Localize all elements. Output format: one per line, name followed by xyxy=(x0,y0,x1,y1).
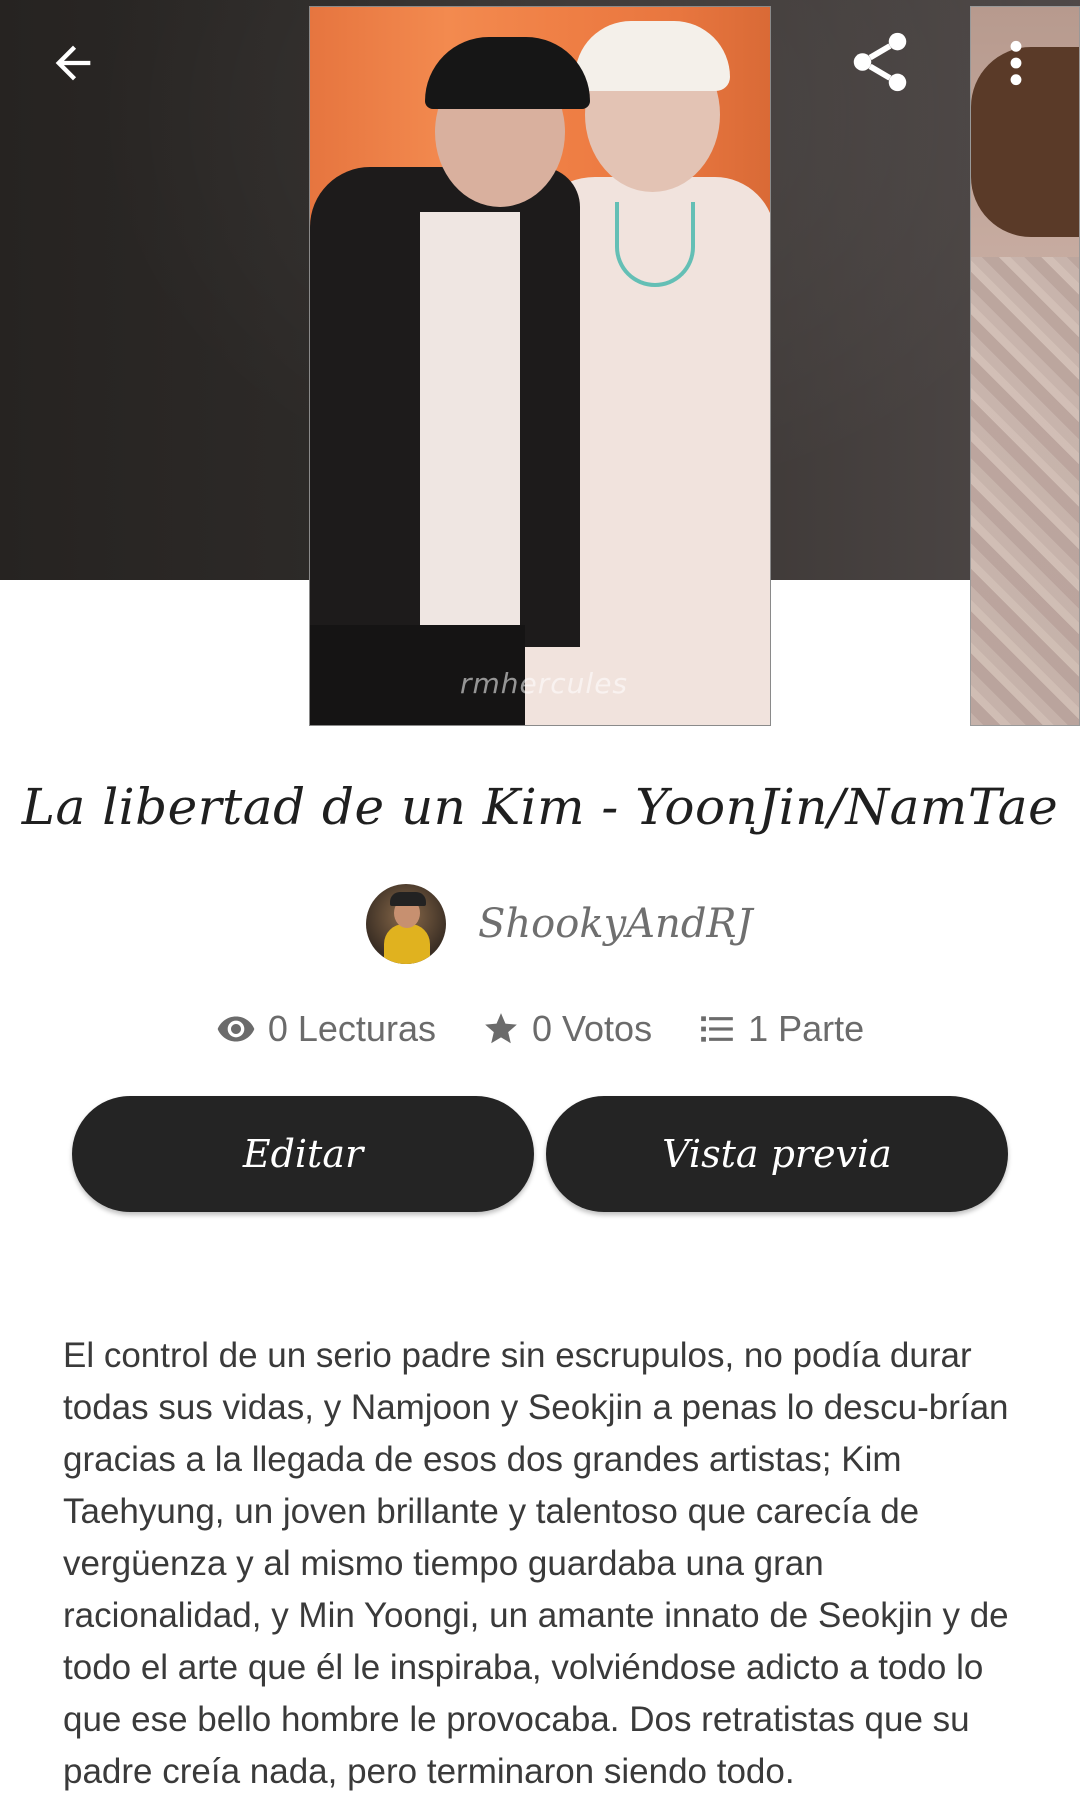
share-button[interactable] xyxy=(832,14,928,110)
story-synopsis: El control de un serio padre sin escrupu… xyxy=(63,1336,1009,1791)
votes-stat: 0 Votos xyxy=(482,1008,652,1050)
reads-stat: 0 Lecturas xyxy=(216,1008,436,1050)
story-stats: 0 Lecturas 0 Votos 1 Parte xyxy=(0,1008,1080,1050)
next-cover-thumbnail[interactable] xyxy=(970,6,1080,726)
preview-button[interactable]: Vista previa xyxy=(546,1096,1008,1212)
avatar-figure-hat xyxy=(390,892,426,906)
back-button[interactable] xyxy=(30,20,116,106)
thumbnail-figure-shirt xyxy=(971,257,1079,725)
author-row[interactable]: ShookyAndRJ xyxy=(366,884,753,964)
cover-watermark: rmhercules xyxy=(460,667,629,700)
reads-count: 0 Lecturas xyxy=(267,1008,436,1049)
edit-button[interactable]: Editar xyxy=(72,1096,534,1212)
votes-count: 0 Votos xyxy=(531,1008,653,1049)
share-icon xyxy=(853,32,907,92)
cover-necklace xyxy=(615,202,695,287)
cover-person-right-hair xyxy=(575,21,730,91)
list-icon xyxy=(701,1016,733,1042)
story-title: La libertad de un Kim - YoonJin/NamTae xyxy=(21,778,1059,836)
story-cover-image[interactable]: rmhercules xyxy=(309,6,771,726)
star-icon xyxy=(485,1013,517,1044)
avatar-figure-body xyxy=(384,924,430,964)
arrow-left-icon xyxy=(55,45,91,81)
cover-person-left-shirt xyxy=(420,212,520,642)
parts-stat[interactable]: 1 Parte xyxy=(698,1008,864,1050)
eye-icon xyxy=(217,1016,255,1042)
cover-person-left-cap xyxy=(425,37,590,109)
action-buttons: Editar Vista previa xyxy=(72,1096,1008,1212)
author-avatar[interactable] xyxy=(366,884,446,964)
author-name[interactable]: ShookyAndRJ xyxy=(478,901,753,947)
more-options-button[interactable] xyxy=(980,20,1052,106)
parts-count[interactable]: 1 Parte xyxy=(748,1008,864,1050)
more-vertical-icon xyxy=(1010,40,1022,86)
